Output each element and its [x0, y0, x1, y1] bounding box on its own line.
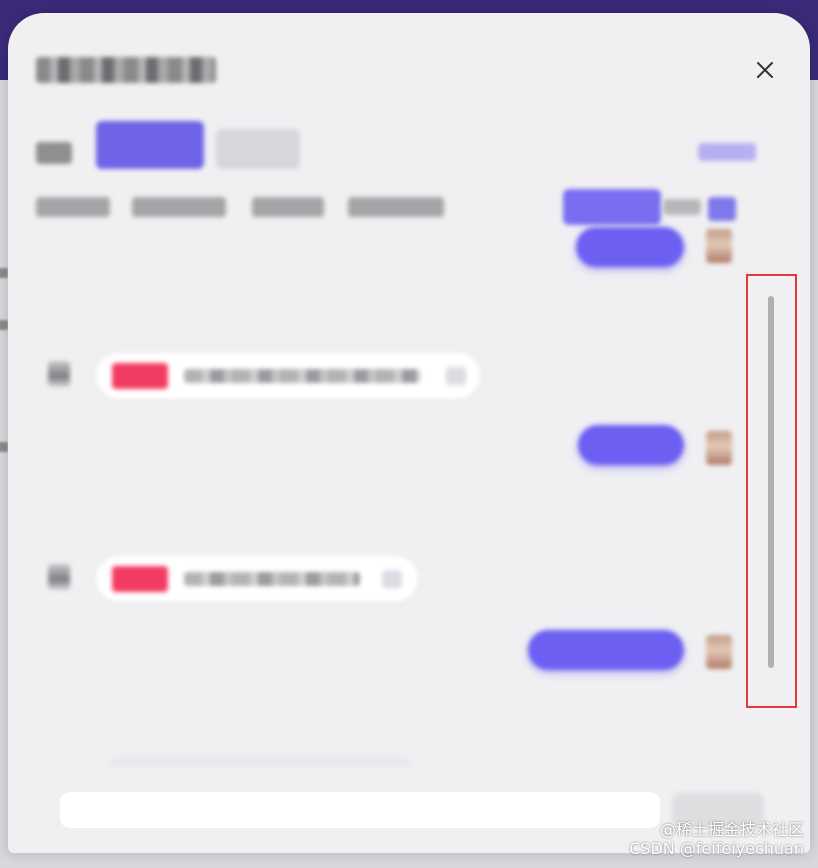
bot-message-bubble	[96, 556, 418, 602]
watermark-line-1: @稀土掘金技术社区	[659, 820, 804, 839]
bot-message-text	[184, 369, 420, 383]
tab-4[interactable]	[348, 197, 444, 217]
bot-message-bubble	[96, 353, 480, 399]
dialog-title	[36, 57, 216, 83]
scrollbar-highlight-box	[746, 274, 797, 708]
user-avatar	[706, 431, 732, 465]
background-text-fragment	[0, 320, 8, 330]
mode-label	[36, 142, 72, 164]
background-text-fragment	[0, 442, 8, 452]
user-message-bubble	[578, 425, 684, 465]
message-input[interactable]	[60, 792, 660, 828]
bot-avatar	[48, 564, 70, 590]
bot-message-action[interactable]	[382, 570, 402, 588]
user-message-bubble	[528, 630, 684, 670]
tab-selected[interactable]	[563, 189, 661, 225]
tab-2[interactable]	[132, 197, 226, 217]
mode-option[interactable]	[216, 129, 300, 169]
close-button[interactable]	[752, 57, 778, 83]
tab-1[interactable]	[36, 197, 110, 217]
close-icon	[757, 62, 773, 78]
tab-extra-label	[663, 199, 701, 215]
toggle-button[interactable]	[708, 197, 736, 221]
background-text-fragment	[0, 268, 8, 278]
message-input-container	[60, 792, 660, 828]
mode-option-selected[interactable]	[96, 121, 204, 169]
header-link[interactable]	[698, 143, 756, 161]
chat-dialog	[8, 13, 810, 853]
bot-message-action[interactable]	[446, 367, 466, 385]
composer-divider	[110, 757, 410, 767]
bot-message-tag	[112, 566, 168, 592]
bot-message-tag	[112, 363, 168, 389]
watermark: @稀土掘金技术社区 CSDN @feifeiyechuan	[629, 820, 804, 858]
watermark-line-2: CSDN @feifeiyechuan	[629, 839, 804, 858]
user-avatar	[706, 635, 732, 669]
bot-message-text	[184, 572, 360, 586]
user-message-bubble	[576, 227, 684, 267]
bot-avatar	[48, 361, 70, 387]
user-avatar	[706, 229, 732, 263]
tab-3[interactable]	[252, 197, 324, 217]
